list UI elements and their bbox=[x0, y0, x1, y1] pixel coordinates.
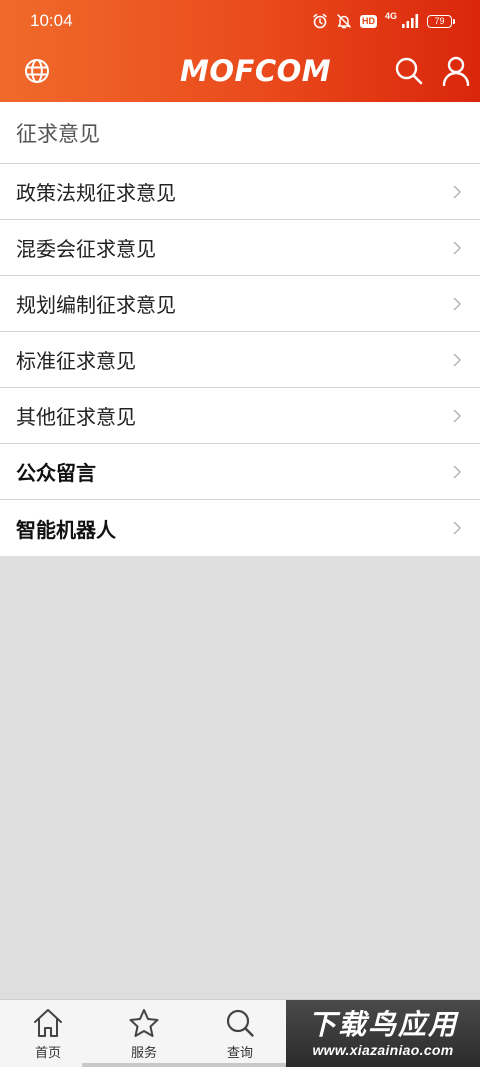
app-header: 10:04 HD 4G 79 MOFCOM bbox=[0, 0, 480, 102]
chevron-right-icon bbox=[453, 240, 462, 255]
search-icon bbox=[226, 1009, 254, 1037]
menu-item-other-comments[interactable]: 其他征求意见 bbox=[0, 388, 480, 444]
menu-item-planning-comments[interactable]: 规划编制征求意见 bbox=[0, 276, 480, 332]
search-button[interactable] bbox=[392, 54, 426, 88]
status-icons: HD 4G 79 bbox=[312, 10, 455, 31]
menu-item-label: 政策法规征求意见 bbox=[16, 181, 176, 205]
chevron-right-icon bbox=[453, 521, 462, 535]
menu-panel: 征求意见 政策法规征求意见 混委会征求意见 规划编制征求意见 标准征求意见 其他… bbox=[0, 102, 480, 556]
chevron-right-icon bbox=[453, 296, 462, 311]
network-label: 4G bbox=[384, 10, 397, 21]
menu-item-smart-robot[interactable]: 智能机器人 bbox=[0, 500, 480, 556]
tab-label: 首页 bbox=[34, 1046, 61, 1061]
language-button[interactable] bbox=[20, 54, 54, 88]
tab-home[interactable]: 首页 bbox=[0, 1000, 96, 1067]
menu-item-label: 混委会征求意见 bbox=[16, 237, 156, 261]
menu-item-joint-committee-comments[interactable]: 混委会征求意见 bbox=[0, 220, 480, 276]
menu-item-label: 其他征求意见 bbox=[16, 405, 136, 429]
nav-bar: MOFCOM bbox=[0, 40, 480, 102]
chevron-right-icon bbox=[453, 408, 462, 423]
tab-services[interactable]: 服务 bbox=[96, 1000, 192, 1067]
tab-query[interactable]: 查询 bbox=[192, 1000, 288, 1067]
signal-icon bbox=[402, 14, 419, 28]
status-bar: 10:04 HD 4G 79 bbox=[0, 0, 480, 40]
tab-label: 服务 bbox=[130, 1046, 157, 1061]
hd-badge: HD bbox=[359, 14, 377, 28]
watermark: 下载鸟应用 www.xiazainiao.com bbox=[286, 1000, 480, 1067]
star-icon bbox=[129, 1009, 159, 1037]
battery-level: 79 bbox=[434, 15, 445, 26]
menu-item-label: 智能机器人 bbox=[16, 517, 116, 542]
chevron-right-icon bbox=[453, 184, 462, 199]
search-icon bbox=[395, 57, 423, 85]
menu-item-label: 公众留言 bbox=[16, 461, 96, 485]
bell-muted-icon bbox=[337, 14, 351, 29]
user-icon bbox=[442, 56, 470, 86]
menu-item-public-message[interactable]: 公众留言 bbox=[0, 444, 480, 500]
battery-icon: 79 bbox=[427, 14, 455, 28]
tab-label: 查询 bbox=[226, 1046, 253, 1061]
alarm-icon bbox=[313, 13, 327, 29]
chevron-right-icon bbox=[453, 464, 462, 479]
mofcom-logo: MOFCOM bbox=[180, 54, 332, 88]
chevron-right-icon bbox=[453, 352, 462, 367]
user-button[interactable] bbox=[439, 54, 473, 88]
watermark-title: 下载鸟应用 bbox=[307, 1007, 458, 1041]
tab-indicator bbox=[82, 1063, 286, 1067]
menu-item-label: 规划编制征求意见 bbox=[16, 293, 176, 317]
watermark-url: www.xiazainiao.com bbox=[312, 1041, 454, 1058]
menu-item-standards-comments[interactable]: 标准征求意见 bbox=[0, 332, 480, 388]
globe-icon bbox=[25, 59, 49, 83]
home-icon bbox=[34, 1009, 62, 1037]
section-title: 征求意见 bbox=[0, 102, 480, 164]
menu-item-label: 标准征求意见 bbox=[16, 349, 136, 373]
menu-item-policy-comments[interactable]: 政策法规征求意见 bbox=[0, 164, 480, 220]
status-time: 10:04 bbox=[30, 11, 73, 30]
